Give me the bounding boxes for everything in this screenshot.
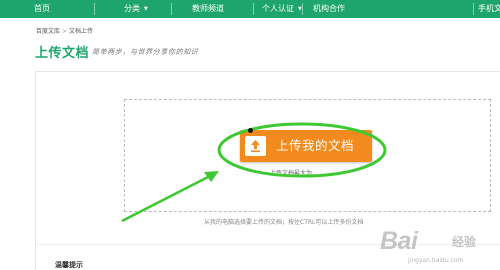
breadcrumb-current: 文档上传 <box>69 28 94 35</box>
caret-down-icon: ▼ <box>144 6 148 12</box>
upload-size-tip: 上传文档最大为 <box>270 170 313 177</box>
upload-button-label: 上传我的文档 <box>276 138 355 153</box>
page-slogan: 简单两步，与世界分享你的知识 <box>92 48 199 56</box>
upload-icon <box>245 136 266 156</box>
nav-item-home[interactable]: 首页 <box>34 0 50 18</box>
nav-item-teacher[interactable]: 教师频道 <box>192 0 224 18</box>
watermark-cn: 经验 <box>452 235 477 249</box>
breadcrumb: 百度文库 > 文档上传 <box>36 26 93 35</box>
nav-divider <box>171 3 172 15</box>
nav-item-partner[interactable]: 机构合作 <box>313 0 345 18</box>
nav-divider <box>473 3 474 15</box>
breadcrumb-home-link[interactable]: 百度文库 <box>36 28 60 35</box>
top-nav: 首页 分类 ▼ 教师频道 个人认证 ▼ 机构合作 手机文 <box>0 0 500 18</box>
nav-divider <box>253 3 254 15</box>
watermark-url: jingyan.baidu.com <box>408 257 464 264</box>
watermark-logo: Bai <box>380 227 418 255</box>
breadcrumb-separator: > <box>62 28 68 35</box>
mouse-cursor <box>248 128 253 133</box>
nav-item-category[interactable]: 分类 ▼ <box>124 0 148 18</box>
nav-divider <box>302 3 303 15</box>
notice-title: 温馨提示 <box>55 261 83 269</box>
watermark: Bai 经验 jingyan.baidu.com <box>380 227 498 267</box>
nav-divider <box>94 3 95 15</box>
nav-item-mobile[interactable]: 手机文 <box>478 0 500 18</box>
upload-hint: 从我的电脑选择要上传的文档；按住CTRL可以上传多份文档 <box>204 219 364 226</box>
upload-document-button[interactable]: 上传我的文档 <box>240 130 372 162</box>
page-title: 上传文档 <box>35 46 90 61</box>
nav-item-certification[interactable]: 个人认证 ▼ <box>262 0 302 18</box>
